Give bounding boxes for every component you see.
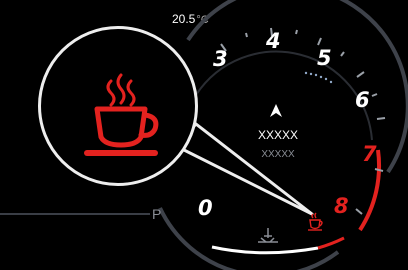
rest-warning-bubble	[38, 26, 198, 186]
gauge-number-7: 7	[362, 142, 377, 166]
navigation-arrow-icon	[270, 104, 282, 117]
gauge-number-6: 6	[355, 88, 370, 112]
gauge-lower-ring	[158, 207, 340, 270]
navigation-secondary-text: XXXXX	[261, 149, 295, 160]
instrument-cluster: 20.5°C 3 4 5 6 7 8 0 P XXXXX XXXXX	[0, 0, 408, 270]
gauge-number-8: 8	[334, 194, 349, 218]
gauge-number-3: 3	[213, 47, 228, 71]
gear-indicator: P	[152, 206, 162, 222]
oil-level-icon	[258, 228, 278, 243]
coffee-cup-indicator-icon	[308, 212, 323, 231]
coffee-cup-icon	[84, 73, 159, 156]
navigation-primary-text: XXXXX	[257, 128, 299, 142]
gauge-number-4: 4	[266, 29, 281, 53]
gauge-number-0: 0	[198, 196, 213, 220]
rpm-dots	[304, 71, 333, 84]
gauge-bottom-bar-red	[317, 236, 345, 250]
gauge-number-5: 5	[317, 46, 332, 70]
gauge-bottom-bar	[211, 245, 319, 255]
